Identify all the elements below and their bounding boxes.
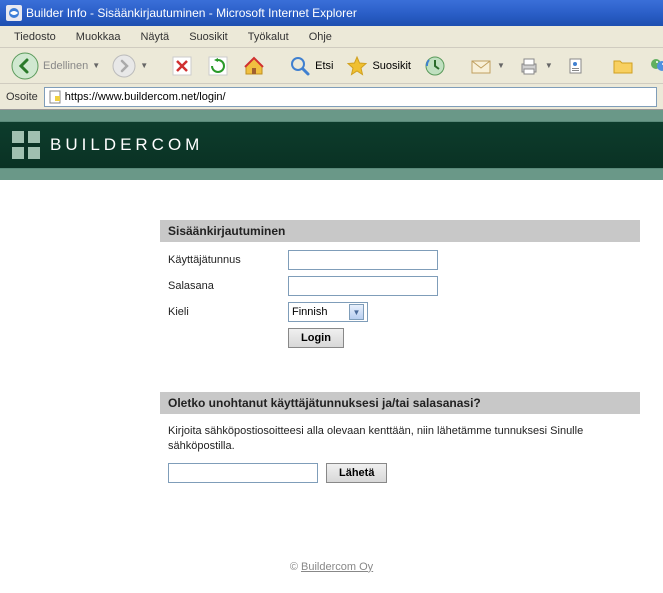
language-label: Kieli [168,306,288,318]
search-label: Etsi [315,60,333,72]
edit-icon [565,54,589,78]
addressbar: Osoite https://www.buildercom.net/login/ [0,84,663,110]
messenger-button[interactable] [643,52,663,80]
menu-help[interactable]: Ohje [301,29,340,45]
chevron-down-icon: ▼ [349,304,364,320]
stop-icon [170,54,194,78]
page-content: BUILDERCOM Sisäänkirjautuminen Käyttäjät… [0,110,663,593]
copyright-symbol: © [290,561,298,573]
stop-button[interactable] [166,52,198,80]
home-icon [242,54,266,78]
forgot-email-input[interactable] [168,463,318,483]
forgot-text: Kirjoita sähköpostiosoitteesi alla oleva… [168,422,632,463]
toolbar: Edellinen ▼ ▼ Etsi Suosikit [0,48,663,84]
language-select[interactable]: Finnish ▼ [288,302,368,322]
home-button[interactable] [238,52,270,80]
forgot-submit-button[interactable]: Lähetä [326,463,387,483]
password-label: Salasana [168,280,288,292]
refresh-icon [206,54,230,78]
search-button[interactable]: Etsi [284,52,337,80]
print-icon [517,54,541,78]
login-panel: Sisäänkirjautuminen Käyttäjätunnus Salas… [160,220,640,362]
mail-button[interactable]: ▼ [465,52,509,80]
forgot-panel: Oletko unohtanut käyttäjätunnuksesi ja/t… [160,392,640,491]
username-label: Käyttäjätunnus [168,254,288,266]
menu-file[interactable]: Tiedosto [6,29,64,45]
chevron-down-icon: ▼ [497,61,505,70]
history-button[interactable] [419,52,451,80]
chevron-down-icon: ▼ [545,61,553,70]
back-icon [10,51,40,81]
address-url: https://www.buildercom.net/login/ [65,91,226,103]
brand-header: BUILDERCOM [0,110,663,180]
ie-app-icon [6,5,22,21]
chevron-down-icon: ▼ [92,61,100,70]
chevron-down-icon: ▼ [140,61,148,70]
username-input[interactable] [288,250,438,270]
forgot-title: Oletko unohtanut käyttäjätunnuksesi ja/t… [160,392,640,414]
edit-button[interactable] [561,52,593,80]
refresh-button[interactable] [202,52,234,80]
back-button[interactable]: Edellinen ▼ [6,49,104,83]
folder-button[interactable] [607,52,639,80]
favorites-button[interactable]: Suosikit [341,52,415,80]
address-label: Osoite [6,91,38,103]
window-titlebar: Builder Info - Sisäänkirjautuminen - Mic… [0,0,663,26]
star-icon [345,54,369,78]
forward-button[interactable]: ▼ [108,52,152,80]
menu-favorites[interactable]: Suosikit [181,29,236,45]
history-icon [423,54,447,78]
menu-view[interactable]: Näytä [132,29,177,45]
print-button[interactable]: ▼ [513,52,557,80]
address-input[interactable]: https://www.buildercom.net/login/ [44,87,657,107]
footer-company-link[interactable]: Buildercom Oy [301,561,373,573]
folder-icon [611,54,635,78]
language-value: Finnish [292,306,327,318]
login-button[interactable]: Login [288,328,344,348]
favorites-label: Suosikit [372,60,411,72]
menubar: Tiedosto Muokkaa Näytä Suosikit Työkalut… [0,26,663,48]
password-input[interactable] [288,276,438,296]
mail-icon [469,54,493,78]
brand-name: BUILDERCOM [50,135,203,155]
menu-tools[interactable]: Työkalut [240,29,297,45]
login-title: Sisäänkirjautuminen [160,220,640,242]
back-label: Edellinen [43,60,88,72]
menu-edit[interactable]: Muokkaa [68,29,129,45]
forward-icon [112,54,136,78]
search-icon [288,54,312,78]
messenger-icon [647,54,663,78]
brand-logo-icon [12,131,40,159]
window-title: Builder Info - Sisäänkirjautuminen - Mic… [26,6,357,20]
footer: © Buildercom Oy [0,541,663,593]
page-icon [48,90,62,104]
